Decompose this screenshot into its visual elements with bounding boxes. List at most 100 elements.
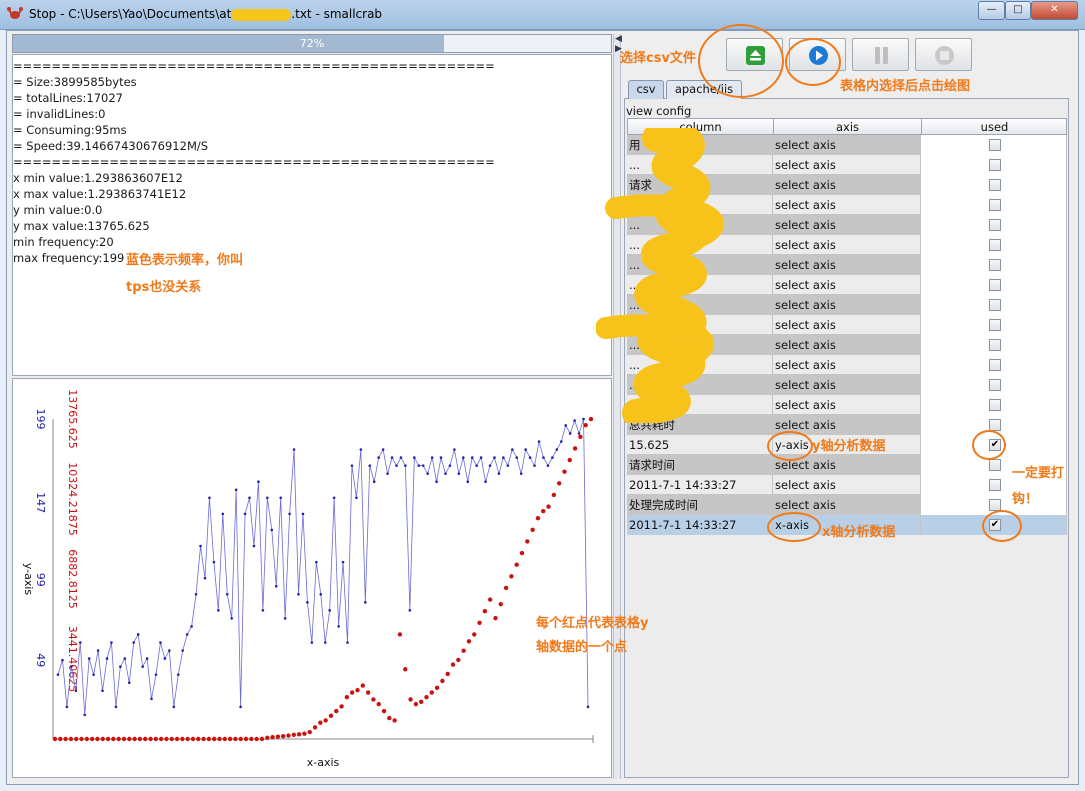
frequency-point (96, 649, 100, 652)
cell-column[interactable]: 2011-7-1 14:33:27 (627, 475, 773, 495)
cell-used[interactable] (921, 275, 1067, 295)
used-checkbox[interactable] (989, 299, 1001, 311)
cell-used[interactable] (921, 295, 1067, 315)
used-checkbox[interactable] (989, 359, 1001, 371)
cell-column[interactable]: 处理完成时间 (627, 495, 773, 515)
cell-used[interactable] (921, 315, 1067, 335)
cell-axis-select[interactable]: select axis (773, 215, 921, 235)
value-point (243, 736, 249, 742)
used-checkbox[interactable] (989, 379, 1001, 391)
cell-axis-select[interactable]: select axis (773, 195, 921, 215)
annotation-tps: tps也没关系 (126, 280, 202, 295)
used-checkbox[interactable] (989, 219, 1001, 231)
value-point (238, 736, 243, 742)
cell-used[interactable] (921, 375, 1067, 395)
cell-used[interactable] (921, 355, 1067, 375)
used-checkbox[interactable] (989, 259, 1001, 271)
used-checkbox[interactable] (989, 199, 1001, 211)
log-output[interactable]: ========================================… (12, 54, 612, 376)
value-point (530, 527, 535, 532)
cell-axis-select[interactable]: select axis (773, 475, 921, 495)
tab-csv[interactable]: csv (628, 80, 664, 99)
cell-used[interactable] (921, 155, 1067, 175)
value-point (68, 736, 74, 742)
used-checkbox[interactable] (989, 179, 1001, 191)
frequency-point (386, 472, 389, 475)
frequency-point (564, 424, 568, 427)
freq-tick-label: 199 (34, 409, 47, 430)
annotation-must-check: 一定要打 (1012, 466, 1065, 481)
log-line: ========================================… (13, 155, 495, 169)
used-checkbox[interactable] (989, 399, 1001, 411)
cell-axis-select[interactable]: select axis (773, 295, 921, 315)
cell-used[interactable] (921, 235, 1067, 255)
header-axis[interactable]: axis (774, 119, 922, 135)
value-point (180, 736, 185, 742)
value-point (572, 446, 578, 451)
value-point (541, 508, 546, 514)
redaction-scribble (596, 128, 724, 423)
cell-used[interactable] (921, 255, 1067, 275)
frequency-point (199, 544, 202, 548)
cell-used[interactable] (921, 215, 1067, 235)
cell-axis-select[interactable]: select axis (773, 275, 921, 295)
cell-axis-select[interactable]: select axis (773, 255, 921, 275)
header-used[interactable]: used (922, 119, 1067, 135)
maximize-button[interactable]: □ (1005, 1, 1031, 20)
value-point (158, 736, 164, 742)
frequency-point (288, 512, 291, 516)
value-point (403, 667, 408, 672)
used-checkbox[interactable] (989, 159, 1001, 171)
cell-axis-select[interactable]: select axis (773, 155, 921, 175)
used-checkbox[interactable] (989, 279, 1001, 291)
table-row[interactable]: 请求时间 select axis (627, 455, 1067, 475)
cell-axis-select[interactable]: select axis (773, 235, 921, 255)
frequency-point (212, 560, 216, 564)
used-checkbox[interactable] (989, 139, 1001, 151)
cell-axis-select[interactable]: select axis (773, 335, 921, 355)
value-point (509, 574, 514, 579)
value-point (111, 736, 116, 742)
value-point (185, 736, 190, 742)
used-checkbox[interactable] (989, 459, 1001, 471)
cell-used[interactable] (921, 175, 1067, 195)
frequency-point (323, 641, 327, 644)
cell-used[interactable] (921, 135, 1067, 155)
stop-button[interactable] (915, 38, 972, 71)
annotation-circle-used-y (972, 430, 1006, 460)
pause-button[interactable] (852, 38, 909, 71)
value-point (503, 585, 509, 591)
cell-axis-select[interactable]: select axis (773, 315, 921, 335)
scribble-mark (231, 8, 292, 21)
cell-column[interactable]: 请求时间 (627, 455, 773, 475)
used-checkbox[interactable] (989, 319, 1001, 331)
used-checkbox[interactable] (989, 239, 1001, 251)
frequency-point (444, 472, 447, 475)
cell-used[interactable] (921, 395, 1067, 415)
cell-axis-select[interactable]: select axis (773, 395, 921, 415)
table-row[interactable]: 2011-7-1 14:33:27 select axis (627, 475, 1067, 495)
frequency-point (315, 560, 318, 564)
cell-used[interactable] (921, 195, 1067, 215)
cell-axis-select[interactable]: select axis (773, 175, 921, 195)
frequency-point (83, 713, 87, 717)
frequency-point (555, 448, 559, 451)
frequency-point (377, 456, 380, 459)
annotation-x-axis-data: x轴分析数据 (822, 525, 896, 540)
close-button[interactable]: ✕ (1031, 1, 1078, 20)
frequency-point (261, 609, 265, 612)
title-bar: Stop - C:\Users\Yao\Documents\at .txt - s… (0, 0, 1085, 30)
used-checkbox[interactable] (989, 339, 1001, 351)
frequency-point (466, 480, 470, 484)
cell-axis-select[interactable]: select axis (773, 375, 921, 395)
cell-column[interactable]: 2011-7-1 14:33:27 (627, 515, 773, 535)
cell-column[interactable]: 15.625 (627, 435, 773, 455)
cell-axis-select[interactable]: select axis (773, 355, 921, 375)
collapse-left-icon[interactable]: ◀ (615, 34, 622, 44)
annotation-circle-used-x (982, 510, 1022, 542)
used-checkbox[interactable] (989, 479, 1001, 491)
cell-axis-select[interactable]: select axis (773, 135, 921, 155)
frequency-point (56, 673, 60, 676)
cell-used[interactable] (921, 335, 1067, 355)
minimize-button[interactable]: — (978, 1, 1005, 20)
